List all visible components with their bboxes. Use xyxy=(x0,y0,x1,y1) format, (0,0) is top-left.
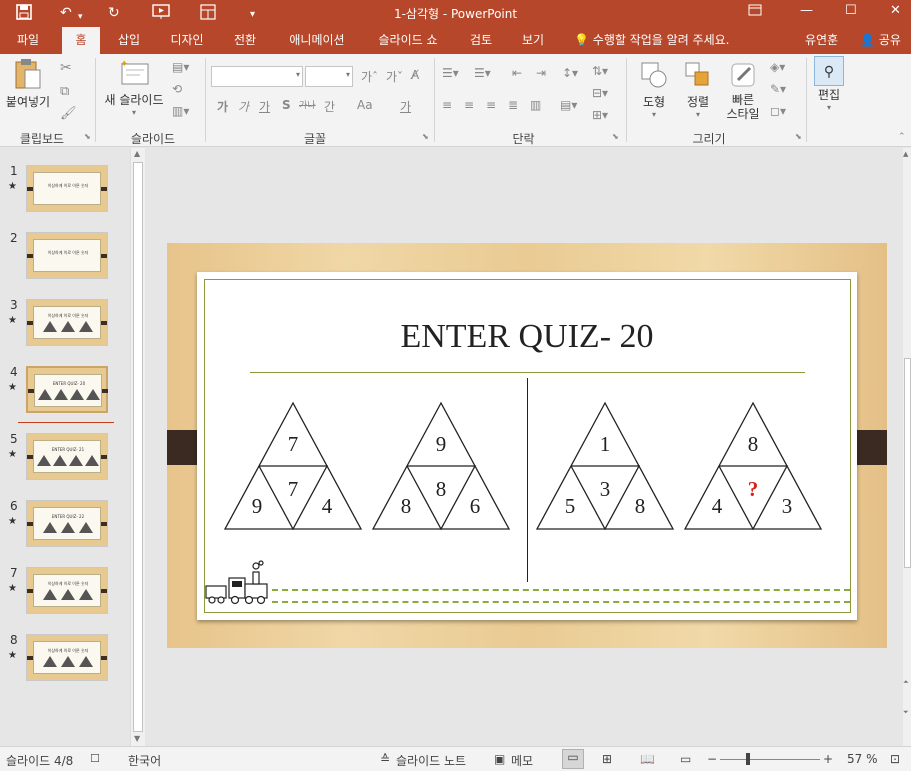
triangle-1-center: 7 xyxy=(287,477,299,501)
scroll-up-icon[interactable]: ▲ xyxy=(903,150,908,158)
triangle-4-top: 8 xyxy=(747,432,759,456)
triangle-1-right: 4 xyxy=(321,494,333,518)
slide-counter: 슬라이드 4/8 xyxy=(6,754,74,768)
next-slide-icon[interactable]: ⏷ xyxy=(903,708,909,717)
comments-button[interactable]: 메모 xyxy=(511,752,533,769)
language[interactable]: 한국어 xyxy=(128,752,161,769)
slide-sorter-icon[interactable]: ⊞ xyxy=(602,752,612,766)
track-line-bottom xyxy=(272,601,850,603)
train-icon xyxy=(205,560,268,605)
reading-view-icon[interactable]: 📖 xyxy=(640,752,655,766)
triangle-4-question: ? xyxy=(747,477,759,501)
zoom-in-button[interactable]: + xyxy=(823,752,833,766)
triangle-3-center: 3 xyxy=(599,477,611,501)
triangle-2-center: 8 xyxy=(435,477,447,501)
triangle-3-left: 5 xyxy=(564,494,576,518)
spelling-icon[interactable]: ☐ xyxy=(90,752,100,765)
triangle-2-top: 9 xyxy=(435,432,447,456)
triangle-4-right: 3 xyxy=(781,494,793,518)
triangle-1-left: 9 xyxy=(251,494,263,518)
comments-icon: ▣ xyxy=(494,752,506,766)
edit-scrollbar[interactable]: ▲ ⏶ ⏷ xyxy=(903,148,911,746)
triangle-3-top: 1 xyxy=(599,432,611,456)
normal-view-icon[interactable]: ▭ xyxy=(562,749,584,769)
zoom-level[interactable]: 57 % xyxy=(847,752,878,766)
triangle-2-right: 6 xyxy=(469,494,481,518)
triangles-layer xyxy=(223,401,823,531)
triangle-4-left: 4 xyxy=(711,494,723,518)
track-line-top xyxy=(272,589,850,591)
slideshow-icon[interactable]: ▭ xyxy=(680,752,691,766)
notes-button[interactable]: 슬라이드 노트 xyxy=(396,752,466,769)
zoom-slider-handle[interactable] xyxy=(746,753,750,765)
zoom-out-button[interactable]: − xyxy=(707,752,717,766)
triangle-2-left: 8 xyxy=(400,494,412,518)
scroll-thumb[interactable] xyxy=(904,358,911,568)
notes-icon: ≙ xyxy=(380,752,391,766)
fit-slide-icon[interactable]: ⊡ xyxy=(890,752,900,766)
zoom-slider[interactable] xyxy=(720,759,820,760)
triangle-3-right: 8 xyxy=(634,494,646,518)
prev-slide-icon[interactable]: ⏶ xyxy=(903,678,909,687)
status-bar: 슬라이드 4/8 ☐ 한국어 ≙ 슬라이드 노트 ▣ 메모 ▭ ⊞ 📖 ▭ − … xyxy=(0,746,911,771)
triangle-1-top: 7 xyxy=(287,432,299,456)
